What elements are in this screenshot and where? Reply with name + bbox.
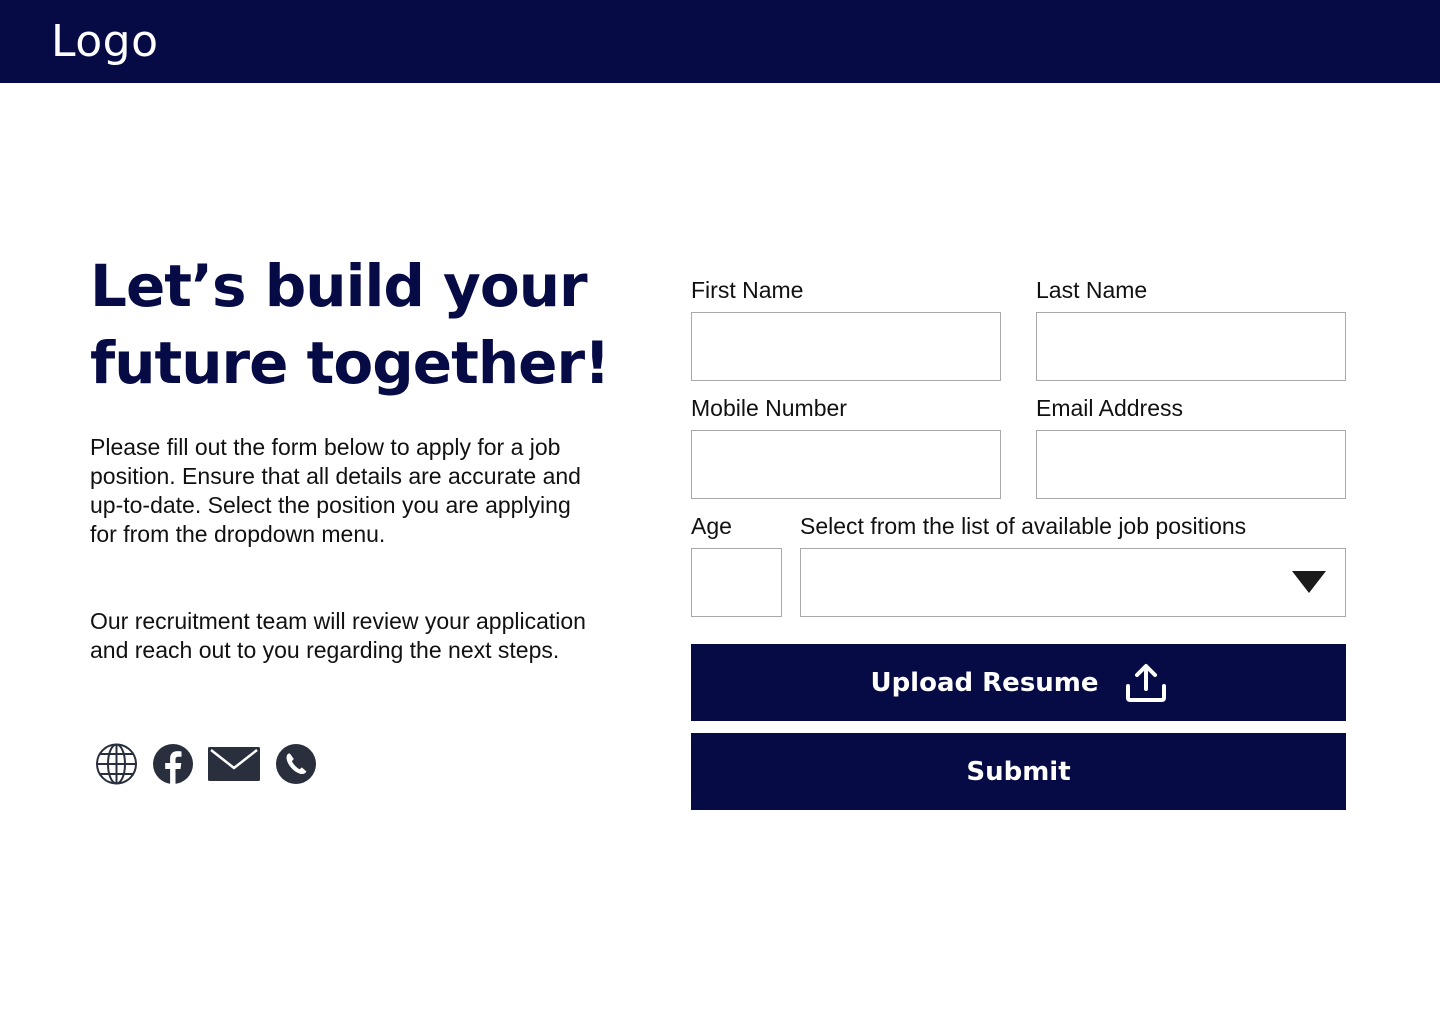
email-address-field-box	[1036, 430, 1346, 499]
page-headline: Let’s build your future together!	[90, 248, 670, 402]
upload-resume-button[interactable]: Upload Resume	[691, 644, 1346, 721]
email-address-input[interactable]	[1037, 431, 1345, 498]
globe-icon[interactable]	[95, 743, 138, 785]
headline-line-2: future together!	[90, 329, 611, 397]
headline-line-1: Let’s build your	[90, 252, 588, 320]
intro-paragraph: Please fill out the form below to apply …	[90, 434, 581, 547]
job-position-label: Select from the list of available job po…	[800, 513, 1247, 539]
dropdown-caret-icon[interactable]	[1292, 571, 1326, 593]
upload-icon	[1125, 663, 1166, 702]
upload-resume-label: Upload Resume	[870, 667, 1099, 698]
facebook-icon[interactable]	[152, 743, 194, 785]
logo[interactable]: Logo	[51, 14, 159, 70]
top-navigation-bar: Logo	[0, 0, 1440, 83]
age-field-box	[691, 548, 782, 617]
phone-icon[interactable]	[275, 743, 317, 785]
followup-paragraph: Our recruitment team will review your ap…	[90, 608, 586, 663]
mobile-number-label: Mobile Number	[691, 395, 847, 421]
email-address-label: Email Address	[1036, 395, 1184, 421]
age-input[interactable]	[692, 549, 781, 616]
mobile-number-input[interactable]	[692, 431, 1000, 498]
last-name-label: Last Name	[1036, 277, 1148, 303]
first-name-field-box	[691, 312, 1001, 381]
mobile-number-field-box	[691, 430, 1001, 499]
job-position-dropdown[interactable]	[800, 548, 1346, 617]
last-name-input[interactable]	[1037, 313, 1345, 380]
submit-button[interactable]: Submit	[691, 733, 1346, 810]
first-name-label: First Name	[691, 277, 804, 303]
mail-icon[interactable]	[208, 747, 260, 781]
submit-label: Submit	[966, 756, 1071, 787]
age-label: Age	[691, 513, 732, 539]
last-name-field-box	[1036, 312, 1346, 381]
first-name-input[interactable]	[692, 313, 1000, 380]
